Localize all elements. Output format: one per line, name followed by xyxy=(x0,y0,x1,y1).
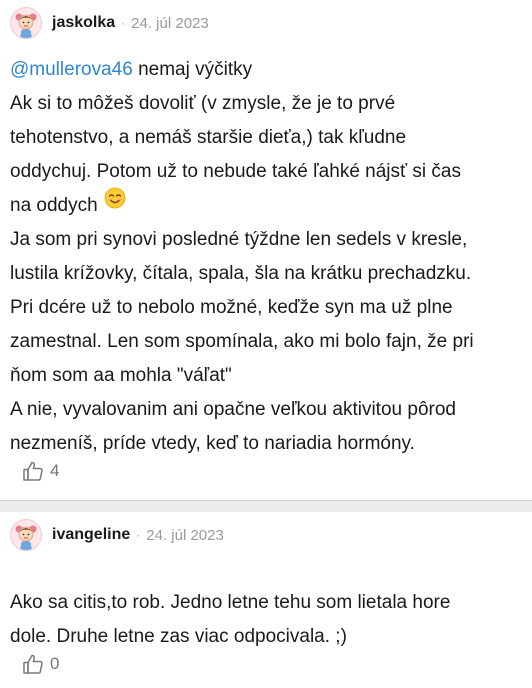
comment-line: lustila krížovky, čítala, spala, šla na … xyxy=(10,263,472,284)
like-button[interactable]: 4 xyxy=(22,460,59,482)
user-mention-link[interactable]: @mullerova46 xyxy=(10,59,133,80)
comment-line: Ja som pri synovi posledné týždne len se… xyxy=(10,229,468,250)
avatar[interactable] xyxy=(10,7,42,39)
girl-avatar-icon xyxy=(15,525,37,550)
comment-username[interactable]: ivangeline xyxy=(52,526,130,544)
comment-line: tehotenstvo, a nemáš staršie dieťa,) tak… xyxy=(10,127,407,148)
comment-line: Pri dcére už to nebolo možné, keďže syn … xyxy=(10,297,453,318)
comment-username[interactable]: jaskolka xyxy=(52,14,115,32)
comment-date: 24. júl 2023 xyxy=(131,14,209,32)
comment-date: 24. júl 2023 xyxy=(146,526,224,544)
like-count: 0 xyxy=(50,654,60,673)
like-button[interactable]: 0 xyxy=(22,653,59,675)
comment-line: A nie, vyvalovanim ani opačne veľkou akt… xyxy=(10,399,456,420)
meta-separator: · xyxy=(121,16,126,30)
comment-line: na oddych xyxy=(10,187,520,223)
comment-line: Ako sa citis,to rob. Jedno letne tehu so… xyxy=(10,592,451,613)
girl-avatar-icon xyxy=(15,13,37,38)
comment-line: nezmeníš, príde vtedy, keď to nariadia h… xyxy=(10,433,415,454)
comment-line: Ak si to môžeš dovoliť (v zmysle, že je … xyxy=(10,93,396,114)
avatar[interactable] xyxy=(10,519,42,551)
comment-line: dole. Druhe letne zas viac odpocivala. ;… xyxy=(10,626,347,647)
thumbs-up-icon xyxy=(22,653,44,675)
comment-header: ivangeline · 24. júl 2023 xyxy=(10,518,224,552)
comment-line-text: nemaj výčitky xyxy=(132,59,253,80)
comment-divider xyxy=(0,500,532,512)
comment-line: oddychuj. Potom už to nebude také ľahké … xyxy=(10,161,461,182)
comment-line: ňom som aa mohla "váľat" xyxy=(10,365,232,386)
like-count: 4 xyxy=(50,461,60,480)
comment-card: jaskolka · 24. júl 2023 @mullerova46 nem… xyxy=(0,0,532,500)
comment-body: Ako sa citis,to rob. Jedno letne tehu so… xyxy=(10,586,520,654)
thumbs-up-icon xyxy=(22,460,44,482)
comment-line: zamestnal. Len som spomínala, ako mi bol… xyxy=(10,331,474,352)
comment-body: @mullerova46 nemaj výčitky Ak si to môže… xyxy=(10,53,520,461)
comment-card: ivangeline · 24. júl 2023 Ako sa citis,t… xyxy=(0,512,532,688)
comment-line-text: na oddych xyxy=(10,195,98,216)
comment-header: jaskolka · 24. júl 2023 xyxy=(10,6,209,40)
meta-separator: · xyxy=(136,528,141,542)
smiling-face-icon xyxy=(104,187,126,221)
comment-line: @mullerova46 nemaj výčitky xyxy=(10,53,520,87)
